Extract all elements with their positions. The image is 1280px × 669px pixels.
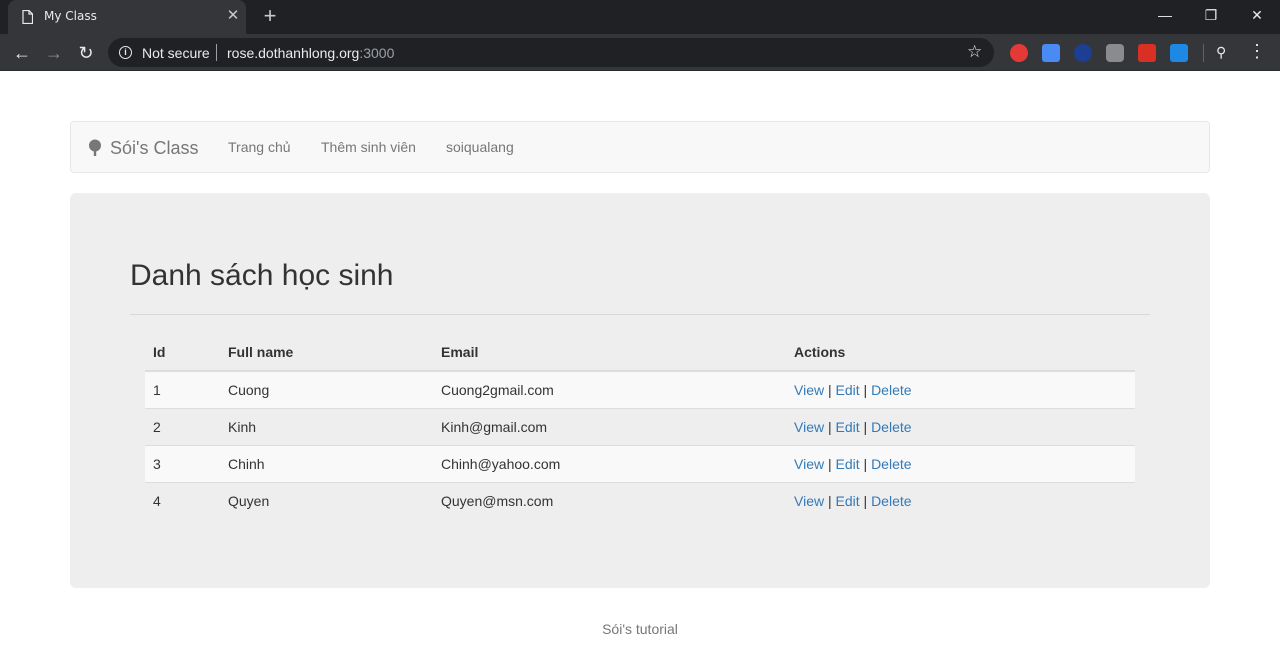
cell-name: Kinh xyxy=(220,407,433,445)
delete-link[interactable]: Delete xyxy=(871,456,911,472)
table-row: 1 Cuong Cuong2gmail.com View | Edit | De… xyxy=(145,370,1135,408)
brand-link[interactable]: Sói's Class xyxy=(110,138,198,159)
action-separator: | xyxy=(863,381,868,398)
header-email: Email xyxy=(433,334,786,372)
maximize-icon[interactable]: ❐ xyxy=(1188,0,1234,30)
browser-menu-icon[interactable]: ⋮ xyxy=(1248,41,1266,62)
action-separator: | xyxy=(863,418,868,435)
cell-id: 3 xyxy=(145,444,220,482)
table-row: 4 Quyen Quyen@msn.com View | Edit | Dele… xyxy=(145,481,1135,519)
edit-link[interactable]: Edit xyxy=(836,493,860,509)
cell-id: 2 xyxy=(145,407,220,445)
browser-tab[interactable]: My Class ✕ xyxy=(8,0,246,34)
security-label[interactable]: Not secure xyxy=(142,45,210,61)
edit-link[interactable]: Edit xyxy=(836,456,860,472)
nav-link-user[interactable]: soiqualang xyxy=(446,139,514,155)
tab-close-icon[interactable]: ✕ xyxy=(224,7,242,25)
url-host: rose.dothanhlong.org xyxy=(227,45,360,61)
cell-email: Quyen@msn.com xyxy=(433,481,786,519)
page-title: Danh sách học sinh xyxy=(130,259,394,292)
extension-bulb-icon[interactable] xyxy=(1106,44,1124,62)
cell-id: 4 xyxy=(145,481,220,519)
extension-red-icon[interactable] xyxy=(1138,44,1156,62)
action-separator: | xyxy=(863,455,868,472)
nav-link-home[interactable]: Trang chủ xyxy=(228,139,291,155)
header-id: Id xyxy=(145,334,220,372)
delete-link[interactable]: Delete xyxy=(871,419,911,435)
view-link[interactable]: View xyxy=(794,419,824,435)
back-arrow-icon[interactable]: ← xyxy=(9,40,35,66)
view-link[interactable]: View xyxy=(794,456,824,472)
document-icon xyxy=(22,10,33,24)
forward-arrow-icon[interactable]: → xyxy=(41,40,67,66)
cell-actions: View | Edit | Delete xyxy=(786,370,1135,408)
address-separator xyxy=(216,44,217,61)
view-link[interactable]: View xyxy=(794,382,824,398)
extension-j-icon[interactable] xyxy=(1074,44,1092,62)
cell-actions: View | Edit | Delete xyxy=(786,481,1135,519)
students-table: Id Full name Email Actions 1 Cuong Cuong… xyxy=(145,334,1135,519)
cell-name: Chinh xyxy=(220,444,433,482)
bookmark-star-icon[interactable]: ☆ xyxy=(967,42,982,62)
cell-actions: View | Edit | Delete xyxy=(786,407,1135,445)
browser-titlebar: My Class ✕ + — ❐ ✕ xyxy=(0,0,1280,34)
action-separator: | xyxy=(827,381,832,398)
action-separator: | xyxy=(827,492,832,509)
action-separator: | xyxy=(827,455,832,472)
toolbar-divider xyxy=(1203,44,1204,62)
action-separator: | xyxy=(863,492,868,509)
browser-toolbar: ← → ↻ i Not secure rose.dothanhlong.org:… xyxy=(0,34,1280,71)
delete-link[interactable]: Delete xyxy=(871,382,911,398)
cell-email: Cuong2gmail.com xyxy=(433,370,786,408)
info-icon[interactable]: i xyxy=(119,46,132,59)
title-divider xyxy=(130,314,1150,315)
table-row: 2 Kinh Kinh@gmail.com View | Edit | Dele… xyxy=(145,407,1135,445)
reload-icon[interactable]: ↻ xyxy=(73,40,99,66)
action-separator: | xyxy=(827,418,832,435)
table-header-row: Id Full name Email Actions xyxy=(145,334,1135,372)
extension-adblock-icon[interactable] xyxy=(1010,44,1028,62)
table-row: 3 Chinh Chinh@yahoo.com View | Edit | De… xyxy=(145,444,1135,482)
tree-icon xyxy=(89,139,101,156)
site-navbar: Sói's Class Trang chủ Thêm sinh viên soi… xyxy=(70,121,1210,173)
edit-link[interactable]: Edit xyxy=(836,382,860,398)
new-tab-icon[interactable]: + xyxy=(258,5,282,29)
cell-email: Chinh@yahoo.com xyxy=(433,444,786,482)
delete-link[interactable]: Delete xyxy=(871,493,911,509)
footer-text: Sói's tutorial xyxy=(602,621,678,637)
cell-id: 1 xyxy=(145,370,220,408)
tab-title: My Class xyxy=(44,9,97,23)
address-bar[interactable]: i Not secure rose.dothanhlong.org:3000 ☆ xyxy=(108,38,994,67)
nav-link-add-student[interactable]: Thêm sinh viên xyxy=(321,139,416,155)
window-close-icon[interactable]: ✕ xyxy=(1234,0,1280,30)
url-text[interactable]: rose.dothanhlong.org:3000 xyxy=(227,45,394,61)
cell-name: Quyen xyxy=(220,481,433,519)
view-link[interactable]: View xyxy=(794,493,824,509)
header-actions: Actions xyxy=(786,334,1135,372)
minimize-icon[interactable]: — xyxy=(1142,0,1188,30)
main-panel: Danh sách học sinh Id Full name Email Ac… xyxy=(70,193,1210,588)
url-port: :3000 xyxy=(359,45,395,61)
edit-link[interactable]: Edit xyxy=(836,419,860,435)
extension-translate-icon[interactable] xyxy=(1042,44,1060,62)
extension-css-icon[interactable] xyxy=(1170,44,1188,62)
header-full-name: Full name xyxy=(220,334,433,372)
cell-email: Kinh@gmail.com xyxy=(433,407,786,445)
cell-actions: View | Edit | Delete xyxy=(786,444,1135,482)
cell-name: Cuong xyxy=(220,370,433,408)
extension-incognito-icon[interactable]: ⚲ xyxy=(1216,44,1226,61)
